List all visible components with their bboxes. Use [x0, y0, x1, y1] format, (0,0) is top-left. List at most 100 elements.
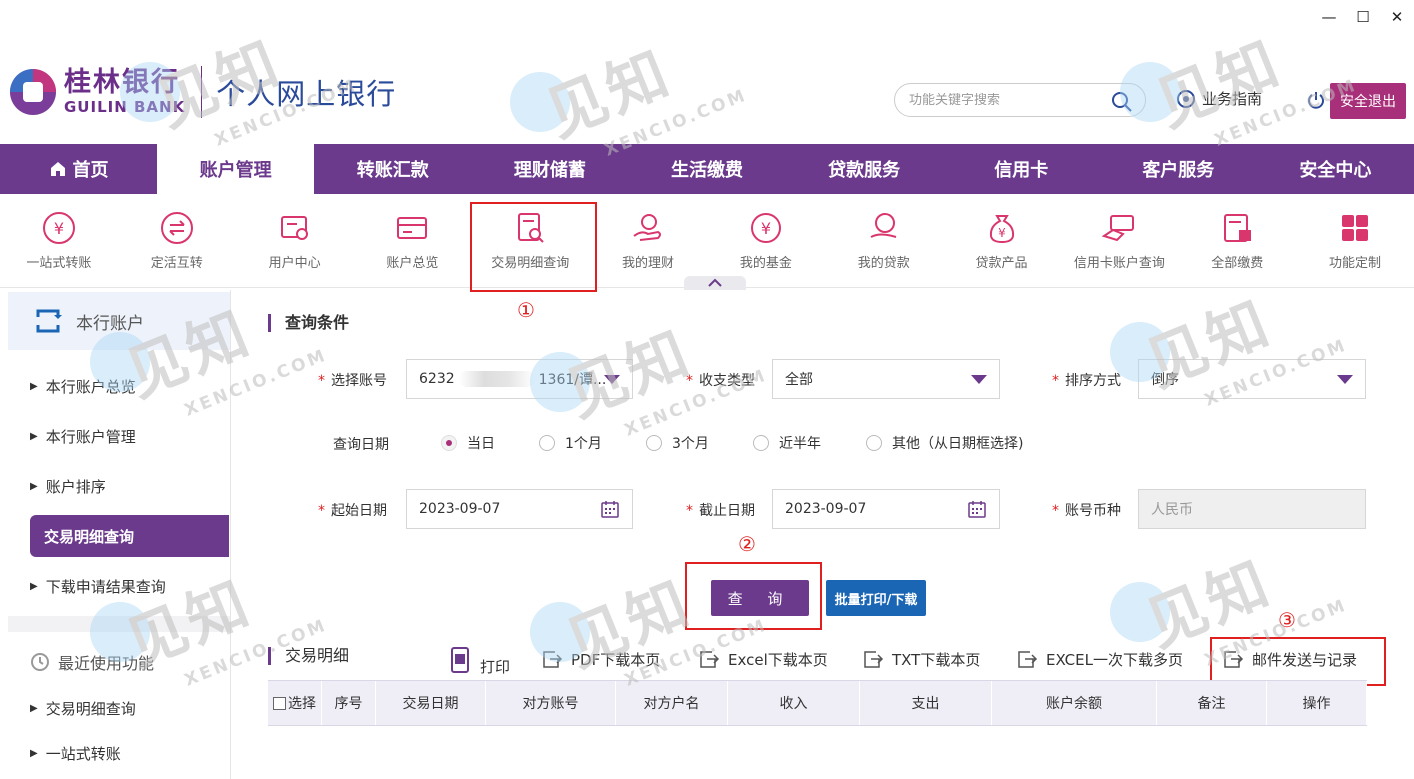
power-icon: [1308, 92, 1324, 109]
account-switch-icon: [36, 309, 62, 333]
radio-other[interactable]: 其他（从日期框选择): [866, 433, 1023, 453]
recent-item-transaction-detail[interactable]: ▶ 交易明细查询: [30, 698, 136, 719]
radio-dot: [539, 435, 555, 451]
subnav-fixed-demand[interactable]: 定活互转: [118, 194, 236, 287]
sort-select[interactable]: 倒序: [1138, 359, 1366, 399]
nav-security-center[interactable]: 安全中心: [1257, 144, 1414, 194]
user-card-icon: [280, 216, 308, 240]
sidebar-item-account-management[interactable]: ▶ 本行账户管理: [30, 426, 136, 447]
sidebar-item-account-sort[interactable]: ▶ 账户排序: [30, 476, 106, 497]
pdf-download-button[interactable]: PDF下载本页: [541, 648, 660, 670]
column-index: 序号: [322, 681, 376, 725]
bank-name-cn: 桂林银行: [64, 67, 180, 98]
end-date-input[interactable]: 2023-09-07: [772, 489, 1000, 529]
type-select[interactable]: 全部: [772, 359, 1000, 399]
subnav-label: 我的贷款: [857, 256, 910, 271]
bank-logo-icon: [8, 67, 58, 117]
subnav-customize[interactable]: 功能定制: [1296, 194, 1414, 287]
business-guide-link[interactable]: 业务指南: [1176, 88, 1262, 109]
calendar-icon[interactable]: [967, 499, 987, 519]
tool-label: PDF下载本页: [571, 650, 661, 669]
search-input[interactable]: [909, 92, 1109, 108]
highlight-box-1: [470, 202, 597, 292]
nav-payments[interactable]: 生活缴费: [628, 144, 785, 194]
select-all-checkbox[interactable]: [273, 696, 286, 710]
nav-customer-service[interactable]: 客户服务: [1100, 144, 1257, 194]
email-send-record-button[interactable]: 邮件发送与记录: [1222, 648, 1357, 670]
column-income: 收入: [728, 681, 860, 725]
caret-right-icon: ▶: [30, 748, 38, 759]
sidebar-item-download-result[interactable]: ▶ 下载申请结果查询: [30, 576, 166, 597]
export-icon: [1018, 651, 1038, 668]
caret-right-icon: ▶: [30, 481, 38, 492]
recent-item-one-stop-transfer[interactable]: ▶ 一站式转账: [30, 743, 121, 764]
sidebar-item-account-overview[interactable]: ▶ 本行账户总览: [30, 376, 136, 397]
function-search[interactable]: [894, 83, 1146, 117]
subnav-my-loan[interactable]: 我的贷款: [825, 194, 943, 287]
excel-multipage-download-button[interactable]: EXCEL一次下载多页: [1016, 648, 1183, 670]
print-button[interactable]: 打印: [448, 642, 510, 677]
column-select[interactable]: 选择: [268, 681, 322, 725]
search-icon[interactable]: [1111, 91, 1133, 113]
subnav-all-payments[interactable]: 全部缴费: [1178, 194, 1296, 287]
excel-download-button[interactable]: Excel下载本页: [698, 648, 828, 670]
batch-print-download-button[interactable]: 批量打印/下载: [826, 580, 926, 616]
start-date-input[interactable]: 2023-09-07: [406, 489, 633, 529]
tool-label: 邮件发送与记录: [1252, 650, 1358, 669]
nav-loans[interactable]: 贷款服务: [786, 144, 943, 194]
grid-icon: [1342, 215, 1369, 241]
radio-dot: [441, 435, 457, 451]
nav-credit-card[interactable]: 信用卡: [943, 144, 1100, 194]
radio-today[interactable]: 当日: [441, 433, 495, 453]
subnav-loan-products[interactable]: ¥ 贷款产品: [943, 194, 1061, 287]
account-select[interactable]: 6232 1361/谭...: [406, 359, 633, 399]
logout-button[interactable]: 安全退出: [1330, 83, 1406, 119]
export-icon: [543, 651, 563, 668]
nav-transfer[interactable]: 转账汇款: [314, 144, 471, 194]
bank-logo[interactable]: 桂林银行 GUILIN BANK 个人网上银行: [8, 66, 396, 118]
txt-download-button[interactable]: TXT下载本页: [862, 648, 980, 670]
sub-nav: ¥ 一站式转账 定活互转 用户中心 账户总览 交易明细查询 我的理财 ¥ 我的基…: [0, 194, 1414, 288]
end-date-label: * 截止日期: [686, 503, 755, 519]
column-action: 操作: [1267, 681, 1367, 725]
calendar-icon[interactable]: [600, 499, 620, 519]
account-label: * 选择账号: [318, 373, 387, 389]
sidebar-item-transaction-detail[interactable]: 交易明细查询: [30, 515, 229, 557]
collapse-toggle[interactable]: [684, 276, 746, 290]
query-button[interactable]: 查 询: [711, 580, 809, 616]
subnav-account-overview[interactable]: 账户总览: [353, 194, 471, 287]
radio-half-year[interactable]: 近半年: [753, 433, 821, 453]
fund-icon: ¥: [750, 213, 781, 243]
subnav-credit-card-query[interactable]: 信用卡账户查询: [1060, 194, 1178, 287]
subnav-one-stop-transfer[interactable]: ¥ 一站式转账: [0, 194, 118, 287]
query-section-title: 查询条件: [268, 314, 349, 332]
guide-label: 业务指南: [1202, 90, 1263, 108]
subnav-my-wealth[interactable]: 我的理财: [589, 194, 707, 287]
home-icon: [50, 162, 65, 176]
tool-label: EXCEL一次下载多页: [1046, 650, 1183, 669]
subnav-user-center[interactable]: 用户中心: [236, 194, 354, 287]
header: 桂林银行 GUILIN BANK 个人网上银行 业务指南 安全退出: [0, 0, 1414, 144]
recent-functions-header: 最近使用功能: [30, 650, 154, 674]
nav-account-management[interactable]: 账户管理: [157, 144, 315, 194]
bill-icon: [1224, 214, 1252, 242]
caret-right-icon: ▶: [30, 581, 38, 592]
radio-1-month[interactable]: 1个月: [539, 433, 602, 453]
sidebar-header[interactable]: 本行账户: [8, 292, 230, 350]
column-date: 交易日期: [376, 681, 486, 725]
sidebar: 本行账户 ▶ 本行账户总览 ▶ 本行账户管理 ▶ 账户排序 交易明细查询 ▶ 下载申请结…: [0, 290, 231, 779]
subnav-my-fund[interactable]: ¥ 我的基金: [707, 194, 825, 287]
svg-text:¥: ¥: [998, 226, 1006, 240]
money-bag-icon: ¥: [989, 215, 1014, 244]
annotation-number-1: ①: [517, 298, 535, 322]
sidebar-item-label: 下载申请结果查询: [45, 578, 166, 596]
nav-wealth[interactable]: 理财储蓄: [471, 144, 628, 194]
subnav-label: 功能定制: [1329, 256, 1382, 271]
nav-home[interactable]: 首页: [0, 144, 157, 194]
loan-hand-icon: [870, 213, 897, 238]
type-value: 全部: [785, 372, 813, 388]
radio-3-months[interactable]: 3个月: [646, 433, 709, 453]
dropdown-caret-icon: [604, 375, 620, 384]
history-icon: [31, 653, 49, 671]
yuan-cycle-icon: ¥: [42, 212, 75, 244]
